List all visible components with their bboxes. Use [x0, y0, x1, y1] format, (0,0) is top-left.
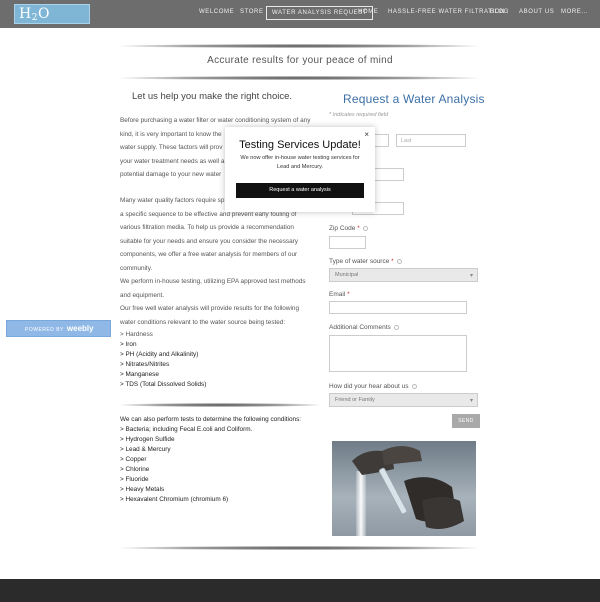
list-item: > Hexavalent Chromium (chromium 6)	[120, 496, 229, 503]
email-label-text: Email	[329, 291, 346, 298]
footer	[0, 579, 600, 602]
water-source-label-text: Type of water source	[329, 258, 390, 265]
send-button[interactable]: SEND	[452, 414, 480, 428]
list-item: > PH (Acidity and Alkalinity)	[120, 351, 199, 358]
popup-title: Testing Services Update!	[239, 139, 361, 151]
text-line: water conditions relevant to the water s…	[120, 318, 286, 326]
zip-label-text: Zip Code	[329, 225, 356, 232]
list-item: > Heavy Metals	[120, 486, 165, 493]
page-tagline: Accurate results for your peace of mind	[207, 55, 393, 66]
last-name-field[interactable]: Last	[396, 134, 466, 147]
weebly-prefix: POWERED BY	[25, 327, 64, 333]
required-star: *	[391, 258, 394, 265]
quality-paragraph: Many water quality factors require sp a …	[120, 194, 320, 329]
hear-about-select[interactable]: Friend or Family ▾	[329, 393, 478, 407]
chevron-down-icon: ▾	[469, 273, 473, 279]
email-field[interactable]	[329, 301, 467, 314]
required-star: *	[357, 225, 360, 232]
bottom-divider	[120, 546, 478, 550]
zip-label: Zip Code *	[329, 225, 368, 232]
required-star: *	[347, 291, 350, 298]
text-line: various filtration media. To help us pro…	[120, 224, 294, 231]
weebly-logo: weebly	[66, 324, 94, 333]
email-label: Email *	[329, 291, 350, 298]
water-source-select[interactable]: Municipal ▾	[329, 268, 478, 282]
nav-item-more[interactable]: MORE...	[561, 9, 588, 15]
nav-item-about-us[interactable]: ABOUT US	[519, 9, 554, 15]
nav-item-store[interactable]: STORE	[240, 9, 264, 15]
nav-item-blog[interactable]: BLOG	[490, 9, 509, 15]
request-analysis-button[interactable]: Request a water analysis	[236, 183, 364, 198]
text-line: We perform in-house testing, utilizing E…	[120, 278, 306, 285]
chevron-down-icon: ▾	[469, 398, 473, 404]
text-line: suitable for your needs and ensure you c…	[120, 237, 298, 245]
comments-textarea[interactable]	[329, 335, 467, 372]
comments-label: Additional Comments	[329, 324, 399, 331]
hear-about-label-text: How did your hear about us	[329, 383, 409, 390]
list-item: > Bacteria; including Fecal E.coli and C…	[120, 426, 253, 433]
required-note: * Indicates required field	[329, 112, 389, 118]
powered-by-weebly-badge[interactable]: POWERED BY weebly	[6, 320, 111, 337]
site-logo[interactable]: H2O Easy	[14, 4, 90, 44]
help-icon[interactable]	[393, 325, 399, 330]
list-item: > Copper	[120, 456, 147, 463]
nav-item-hassle-free[interactable]: HASSLE-FREE WATER FILTRATION	[388, 9, 505, 15]
hear-about-label: How did your hear about us	[329, 383, 417, 390]
popup-body: We now offer in-house water testing serv…	[240, 155, 360, 170]
list-divider	[120, 403, 320, 407]
testing-update-popup: × Testing Services Update! We now offer …	[225, 127, 375, 212]
water-source-value: Municipal	[335, 272, 359, 278]
text-line: community.	[120, 264, 153, 272]
more-conditions-list: We can also perform tests to determine t…	[120, 415, 320, 505]
list-intro: We can also perform tests to determine t…	[120, 416, 302, 423]
list-item: > Fluoride	[120, 476, 149, 483]
help-icon[interactable]	[411, 384, 417, 389]
list-item: > Nitrates/Nitrites	[120, 361, 170, 368]
text-line: Our free well water analysis will provid…	[120, 305, 300, 312]
list-item: > Lead & Mercury	[120, 446, 171, 453]
list-item: > Hardness	[120, 331, 153, 338]
comments-label-text: Additional Comments	[329, 324, 391, 331]
form-title: Request a Water Analysis	[343, 92, 485, 106]
zip-code-field[interactable]	[329, 236, 366, 249]
lead-heading: Let us help you make the right choice.	[132, 91, 293, 102]
help-icon[interactable]	[362, 226, 368, 231]
last-name-placeholder: Last	[401, 138, 412, 144]
text-line: Before purchasing a water filter or wate…	[120, 117, 311, 124]
logo-text-h: H	[19, 6, 32, 22]
conditions-list: > Hardness > Iron > PH (Acidity and Alka…	[120, 330, 320, 390]
top-nav: H2O Easy WELCOME STORE WATER ANALYSIS RE…	[0, 0, 600, 44]
nav-item-welcome[interactable]: WELCOME	[199, 9, 234, 15]
water-sample-photo	[332, 441, 476, 536]
tagline-divider	[120, 76, 478, 80]
list-item: > Hydrogen Sulfide	[120, 436, 175, 443]
close-icon[interactable]: ×	[364, 130, 369, 139]
list-item: > Iron	[120, 341, 137, 348]
top-divider	[120, 44, 478, 48]
hear-about-value: Friend or Family	[335, 397, 375, 403]
help-icon[interactable]	[396, 259, 402, 264]
list-item: > Manganese	[120, 371, 159, 378]
nav-item-home[interactable]: HOME	[358, 9, 378, 15]
list-item: > TDS (Total Dissolved Solids)	[120, 381, 207, 388]
list-item: > Chlorine	[120, 466, 150, 473]
text-line: and equipment.	[120, 291, 165, 299]
water-source-label: Type of water source *	[329, 258, 402, 265]
text-line: components, we offer a free water analys…	[120, 251, 298, 258]
